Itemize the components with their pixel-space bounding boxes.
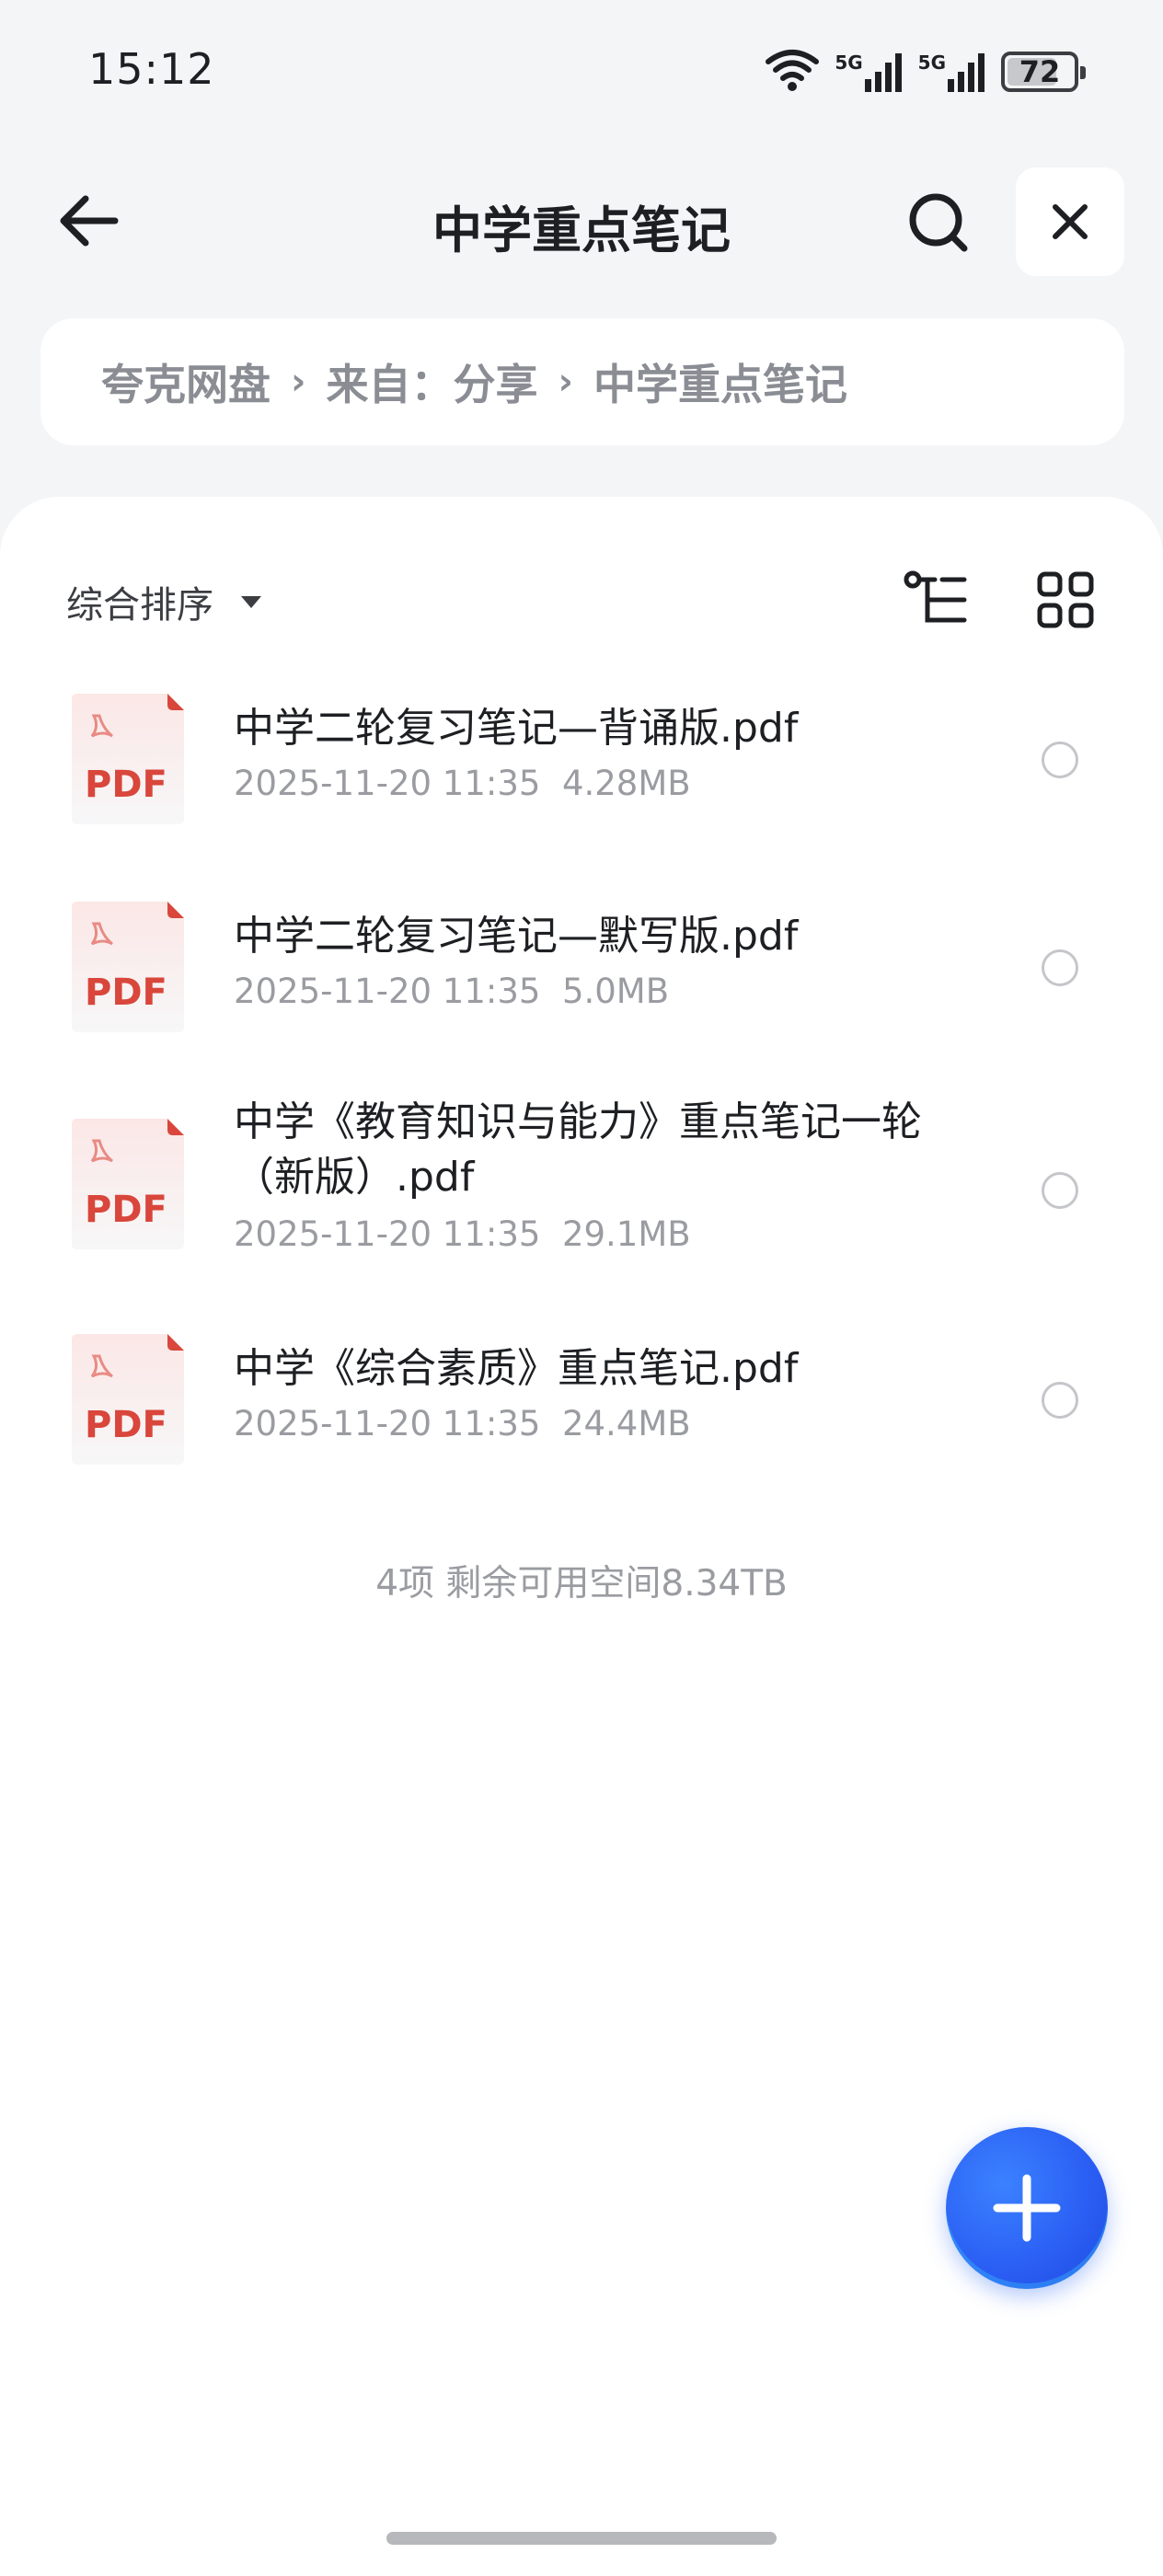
file-name: 中学二轮复习笔记—默写版.pdf [234,913,799,960]
file-row[interactable]: PDF 中学《教育知识与能力》重点笔记一轮（新版）.pdf 2025-11-20… [0,1082,1163,1284]
search-button[interactable] [891,184,986,261]
network-type-label: 5G [835,52,863,74]
pdf-type-label: PDF [85,764,167,806]
file-date: 2025-11-20 11:35 [234,1404,541,1443]
file-row[interactable]: PDF 中学《综合素质》重点笔记.pdf 2025-11-20 11:35 24… [0,1316,1163,1481]
sort-dropdown[interactable]: 综合排序 [66,574,261,629]
pdf-file-icon: PDF [72,902,184,1032]
page-title: 中学重点笔记 [432,201,731,259]
signal-2-icon: 5G [918,52,988,92]
add-button[interactable] [946,2127,1108,2289]
file-row[interactable]: PDF 中学二轮复习笔记—背诵版.pdf 2025-11-20 11:35 4.… [0,675,1163,841]
battery-level: 72 [1019,54,1061,89]
pdf-type-label: PDF [85,1404,167,1446]
caret-down-icon [241,595,261,608]
header: 中学重点笔记 [0,156,1163,285]
pdf-type-label: PDF [85,1189,167,1231]
grid-view-icon [1037,571,1094,628]
tree-view-icon [904,570,967,623]
sort-label: 综合排序 [66,584,213,627]
plus-icon [993,2174,1061,2242]
status-bar: 15:12 5G 5G 72 [0,0,1163,147]
close-button[interactable] [1016,167,1124,276]
close-icon [1053,204,1088,239]
grid-view-button[interactable] [1027,561,1104,638]
breadcrumb-item-root[interactable]: 夸克网盘 [101,351,271,412]
breadcrumb-item-current: 中学重点笔记 [593,360,847,409]
file-date: 2025-11-20 11:35 [234,764,541,803]
file-name: 中学《综合素质》重点笔记.pdf [234,1345,799,1392]
file-meta: 2025-11-20 11:35 4.28MB [234,764,691,803]
file-meta: 2025-11-20 11:35 5.0MB [234,972,669,1011]
pdf-type-label: PDF [85,972,167,1014]
list-toolbar: 综合排序 [0,534,1163,681]
file-name: 中学二轮复习笔记—背诵版.pdf [234,705,799,752]
status-time: 15:12 [88,44,215,94]
breadcrumb-item-share[interactable]: 来自：分享 [326,351,537,412]
file-date: 2025-11-20 11:35 [234,1214,541,1254]
chevron-right-icon: › [558,361,573,403]
tree-view-button[interactable] [898,561,975,638]
wifi-icon [763,47,822,97]
file-size: 4.28MB [561,764,691,803]
storage-summary: 4项 剩余可用空间8.34TB [375,1563,788,1604]
network-type-label: 5G [917,52,946,74]
file-size: 29.1MB [561,1214,691,1254]
select-radio[interactable] [1042,949,1078,986]
select-radio[interactable] [1042,1382,1078,1419]
pdf-file-icon: PDF [72,1334,184,1465]
pdf-file-icon: PDF [72,694,184,824]
chevron-right-icon: › [291,361,306,403]
file-row[interactable]: PDF 中学二轮复习笔记—默写版.pdf 2025-11-20 11:35 5.… [0,883,1163,1049]
file-meta: 2025-11-20 11:35 29.1MB [234,1214,691,1254]
home-indicator[interactable] [386,2532,777,2545]
battery-icon: 72 [1001,52,1086,92]
file-size: 5.0MB [561,972,670,1011]
signal-1-icon: 5G [835,52,904,92]
file-size: 24.4MB [561,1404,691,1443]
file-date: 2025-11-20 11:35 [234,972,541,1011]
file-name: 中学《教育知识与能力》重点笔记一轮（新版）.pdf [234,1098,922,1201]
file-meta: 2025-11-20 11:35 24.4MB [234,1404,691,1443]
select-radio[interactable] [1042,1172,1078,1209]
select-radio[interactable] [1042,742,1078,778]
breadcrumb: 夸克网盘 › 来自：分享 › 中学重点笔记 [40,318,1124,445]
status-icons: 5G 5G 72 [763,44,1086,99]
pdf-file-icon: PDF [72,1119,184,1249]
search-icon [909,193,968,252]
